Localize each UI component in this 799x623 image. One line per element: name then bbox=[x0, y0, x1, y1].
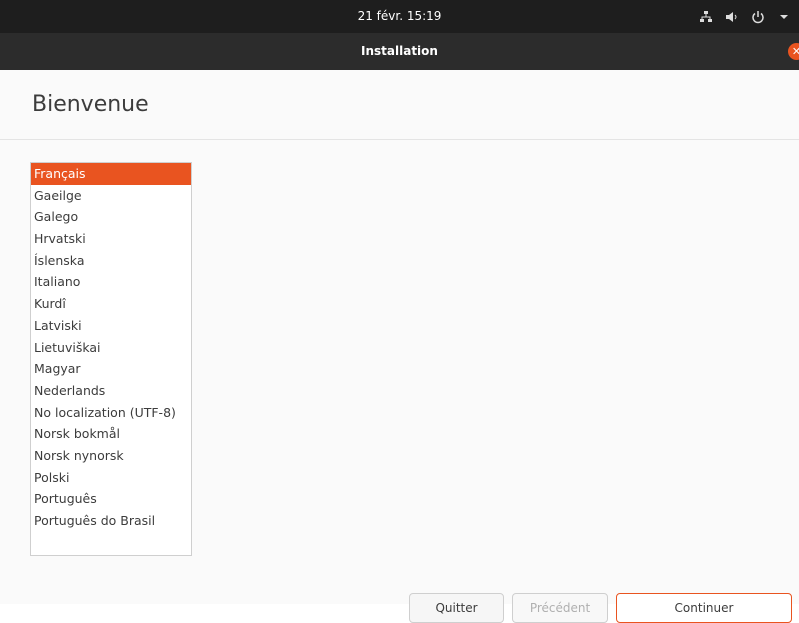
language-item[interactable]: Latviski bbox=[31, 315, 191, 337]
language-item[interactable]: Nederlands bbox=[31, 380, 191, 402]
language-item[interactable]: Lietuviškai bbox=[31, 337, 191, 359]
language-item[interactable]: Kurdî bbox=[31, 293, 191, 315]
page-title: Bienvenue bbox=[32, 92, 149, 117]
continue-button[interactable]: Continuer bbox=[616, 593, 792, 623]
network-icon[interactable] bbox=[699, 10, 713, 24]
language-item[interactable]: Français bbox=[31, 163, 191, 185]
window-title: Installation bbox=[361, 44, 438, 58]
quit-button[interactable]: Quitter bbox=[409, 593, 504, 623]
system-top-bar: 21 févr. 15:19 bbox=[0, 0, 799, 33]
close-icon[interactable]: ✕ bbox=[788, 43, 799, 60]
power-icon[interactable] bbox=[751, 10, 765, 24]
language-item[interactable]: Norsk nynorsk bbox=[31, 445, 191, 467]
language-item[interactable]: Português do Brasil bbox=[31, 510, 191, 532]
language-item[interactable]: Magyar bbox=[31, 358, 191, 380]
system-tray[interactable] bbox=[699, 0, 791, 33]
language-item[interactable]: Português bbox=[31, 488, 191, 510]
language-item[interactable]: Íslenska bbox=[31, 250, 191, 272]
language-item[interactable]: Polski bbox=[31, 467, 191, 489]
language-item[interactable]: Norsk bokmål bbox=[31, 423, 191, 445]
main-content: Français Gaeilge Galego Hrvatski Íslenska Ita… bbox=[0, 140, 799, 623]
language-item[interactable]: Galego bbox=[31, 206, 191, 228]
language-list[interactable]: Français Gaeilge Galego Hrvatski Íslenska Ita… bbox=[30, 162, 192, 556]
page-header: Bienvenue bbox=[0, 70, 799, 140]
language-item[interactable]: Italiano bbox=[31, 271, 191, 293]
previous-button[interactable]: Précédent bbox=[512, 593, 608, 623]
window-title-bar: Installation ✕ bbox=[0, 33, 799, 70]
menu-arrow-icon[interactable] bbox=[777, 10, 791, 24]
language-item[interactable]: No localization (UTF-8) bbox=[31, 402, 191, 424]
clock[interactable]: 21 févr. 15:19 bbox=[0, 0, 799, 33]
language-item[interactable]: Gaeilge bbox=[31, 185, 191, 207]
language-item[interactable]: Hrvatski bbox=[31, 228, 191, 250]
volume-icon[interactable] bbox=[725, 10, 739, 24]
